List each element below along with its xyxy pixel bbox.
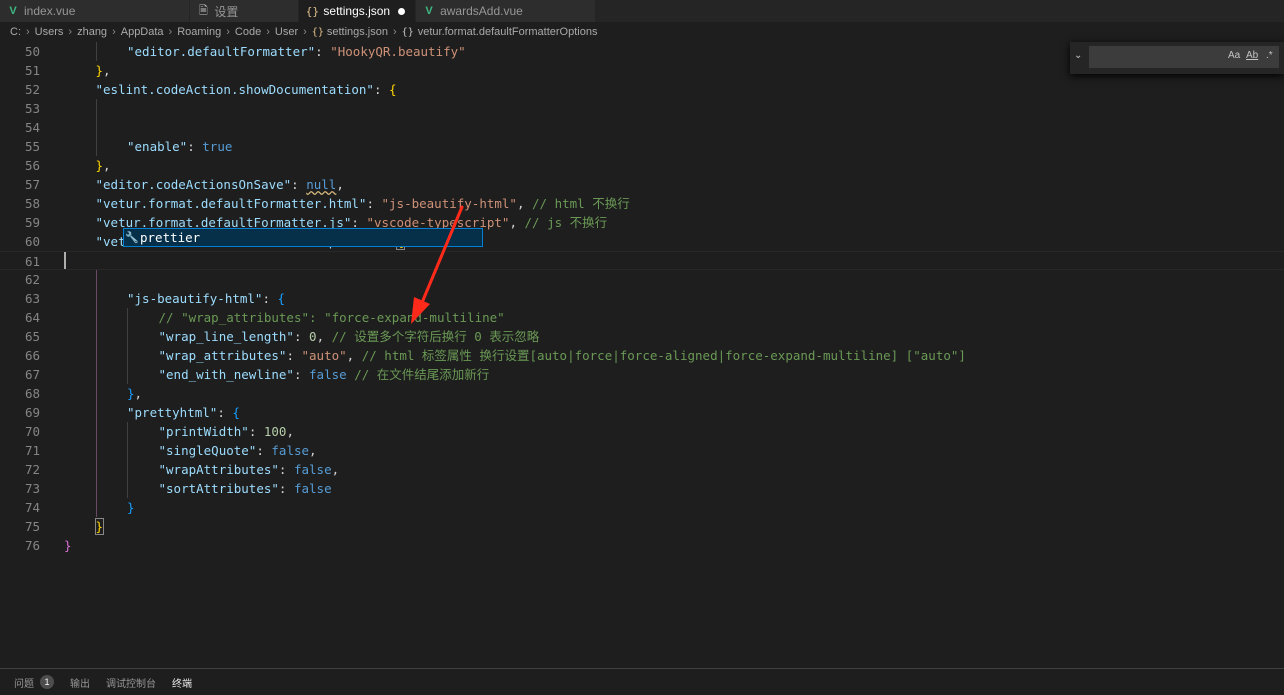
- panel-tab-label: 调试控制台: [106, 678, 156, 690]
- panel-tab-label: 问题: [14, 678, 34, 690]
- annotation-arrow: [411, 205, 464, 324]
- panel-tab-terminal[interactable]: 终端: [172, 675, 192, 690]
- panel-tab-output[interactable]: 输出: [70, 675, 90, 690]
- panel-tab-label: 终端: [172, 678, 192, 690]
- problems-count-badge: 1: [40, 675, 54, 689]
- bottom-panel: 问题 1 输出 调试控制台 终端: [0, 668, 1284, 695]
- panel-tab-problems[interactable]: 问题 1: [14, 675, 54, 690]
- panel-tab-label: 输出: [70, 678, 90, 690]
- panel-tab-debug-console[interactable]: 调试控制台: [106, 675, 156, 690]
